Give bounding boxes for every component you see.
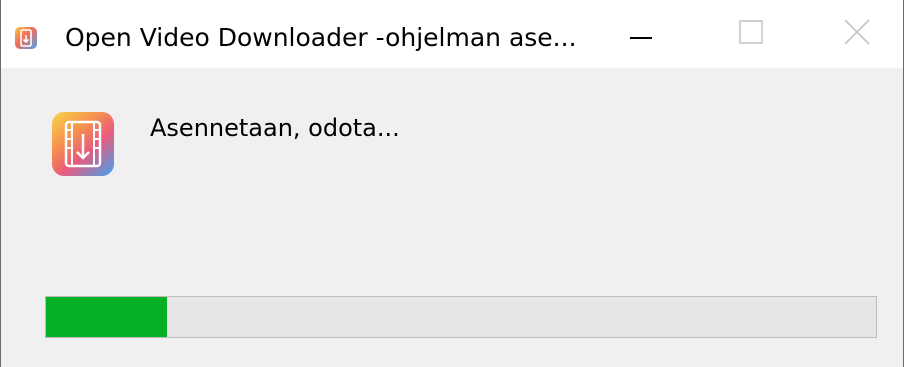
maximize-icon xyxy=(739,20,763,48)
close-icon xyxy=(844,19,870,49)
video-downloader-app-icon xyxy=(52,112,114,176)
install-progress-bar xyxy=(45,296,877,338)
title-bar[interactable]: Open Video Downloader -ohjelman ase... xyxy=(1,0,903,68)
install-status-text: Asennetaan, odota... xyxy=(150,114,400,142)
close-button[interactable] xyxy=(807,0,906,68)
maximize-button[interactable] xyxy=(701,0,801,68)
minimize-icon xyxy=(630,25,652,44)
video-downloader-app-icon xyxy=(15,27,37,49)
installer-window: Open Video Downloader -ohjelman ase... A… xyxy=(0,0,904,367)
minimize-button[interactable] xyxy=(591,0,691,68)
progress-fill xyxy=(46,297,168,337)
window-title: Open Video Downloader -ohjelman ase... xyxy=(65,23,577,52)
